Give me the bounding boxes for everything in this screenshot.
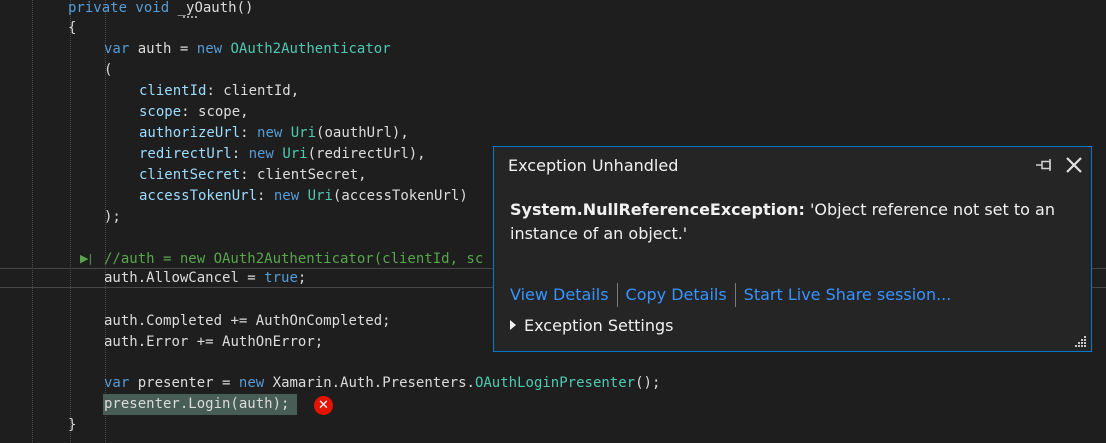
code-keyword: new [196,41,223,57]
code-line-login-call[interactable]: presenter.Login(auth); [104,394,289,415]
code-line-auth-declaration[interactable]: var auth = new OAuth2Authenticator [104,39,391,60]
code-param-name: clientSecret [139,167,241,183]
code-line-arg[interactable]: clientId: clientId, [139,81,299,102]
code-line-arg[interactable]: accessTokenUrl: new Uri(accessTokenUrl) [139,186,468,207]
popup-link-bar: View Details Copy Details Start Live Share… [510,283,951,307]
code-line-arg[interactable]: scope: scope, [139,102,249,123]
link-divider [734,283,736,307]
code-arg-value: (accessTokenUrl) [332,188,468,204]
code-arg-value: (redirectUrl), [307,146,426,162]
code-variable: presenter [137,375,214,391]
code-keyword: new [273,188,300,204]
code-type: OAuth2Authenticator [230,41,391,57]
exception-settings-label: Exception Settings [524,316,674,335]
exception-unhandled-popup[interactable]: Exception Unhandled System.NullReference… [493,146,1092,352]
code-object: auth. [104,334,147,350]
run-to-click-arrow-icon[interactable]: ▶| [80,252,94,266]
view-details-link[interactable]: View Details [510,285,609,304]
error-glyph-icon[interactable]: ✕ [314,396,333,415]
expand-triangle-icon [510,320,516,330]
start-live-share-link[interactable]: Start Live Share session... [744,285,952,304]
code-line-presenter[interactable]: var presenter = new Xamarin.Auth.Present… [104,373,660,394]
code-line-completed[interactable]: auth.Completed += AuthOnCompleted; [104,311,391,332]
code-param-name: authorizeUrl [139,125,241,141]
code-keyword: new [257,125,283,141]
code-property: AllowCancel [146,270,239,286]
code-object: auth. [104,313,147,329]
code-arg-value: scope, [198,104,249,120]
code-type: OAuthLoginPresenter [474,375,636,391]
code-line-close-call[interactable]: ); [104,207,121,228]
code-line-open-paren[interactable]: ( [104,60,112,81]
code-arg-value: (oauthUrl), [316,125,409,141]
code-type: Uri [307,188,333,204]
code-text: += AuthOnError; [188,334,324,350]
code-keyword: new [248,146,274,162]
code-brace: { [68,20,77,36]
code-line-open-brace[interactable]: { [68,18,76,39]
code-line-arg[interactable]: authorizeUrl: new Uri(oauthUrl), [139,123,409,144]
code-line-error[interactable]: auth.Error += AuthOnError; [104,332,323,353]
code-line-comment[interactable]: //auth = new OAuth2Authenticator(clientI… [104,249,483,270]
code-punctuation: ); [104,209,121,225]
indent-guide [70,0,71,443]
code-namespace: Xamarin.Auth.Presenters. [272,375,475,391]
code-line-close-brace[interactable]: } [68,415,76,436]
code-property: Error [146,334,189,350]
code-type: Uri [290,125,317,141]
code-arg-value: clientId, [223,83,300,99]
code-keyword: private void [68,0,170,16]
code-brace: } [68,417,77,433]
code-line-method-signature[interactable]: private void _yOauth() [68,0,253,19]
code-object: auth. [104,270,147,286]
exception-settings-toggle[interactable]: Exception Settings [510,315,673,337]
indent-guide [32,0,33,443]
exception-type: System.NullReferenceException: [510,200,805,219]
code-punctuation: (); [635,375,661,391]
code-line-allow-cancel[interactable]: auth.AllowCancel = true; [104,268,306,289]
code-param-name: redirectUrl [139,146,232,162]
code-operator: = [238,270,265,286]
code-punctuation: () [236,0,254,16]
code-keyword: new [238,375,265,391]
code-property: Completed [146,313,223,329]
resize-grip-icon[interactable] [1073,333,1087,347]
code-keyword: true [264,270,298,286]
code-variable: auth [137,41,172,57]
code-operator: = [179,41,189,57]
pin-icon[interactable] [1034,155,1054,175]
code-param-name: scope [139,104,182,120]
code-keyword: var [104,375,130,391]
code-type: Uri [282,146,308,162]
code-arg-value: clientSecret, [257,167,367,183]
code-param-name: accessTokenUrl [139,188,258,204]
code-text: += AuthOnCompleted; [222,313,391,329]
code-keyword: var [104,41,130,57]
code-line-arg[interactable]: clientSecret: clientSecret, [139,165,367,186]
squiggle-underline [183,13,197,18]
code-operator: = [222,375,231,391]
copy-details-link[interactable]: Copy Details [626,285,727,304]
code-param-name: clientId [139,83,207,99]
close-icon[interactable] [1064,155,1084,175]
code-editor[interactable]: private void _yOauth() { var auth = new … [0,0,1106,443]
code-line-arg[interactable]: redirectUrl: new Uri(redirectUrl), [139,144,426,165]
code-punctuation: ( [104,62,113,78]
popup-title: Exception Unhandled [508,156,679,175]
link-divider [616,283,618,307]
exception-message: System.NullReferenceException: 'Object r… [510,198,1070,246]
code-punctuation: ; [297,270,307,286]
